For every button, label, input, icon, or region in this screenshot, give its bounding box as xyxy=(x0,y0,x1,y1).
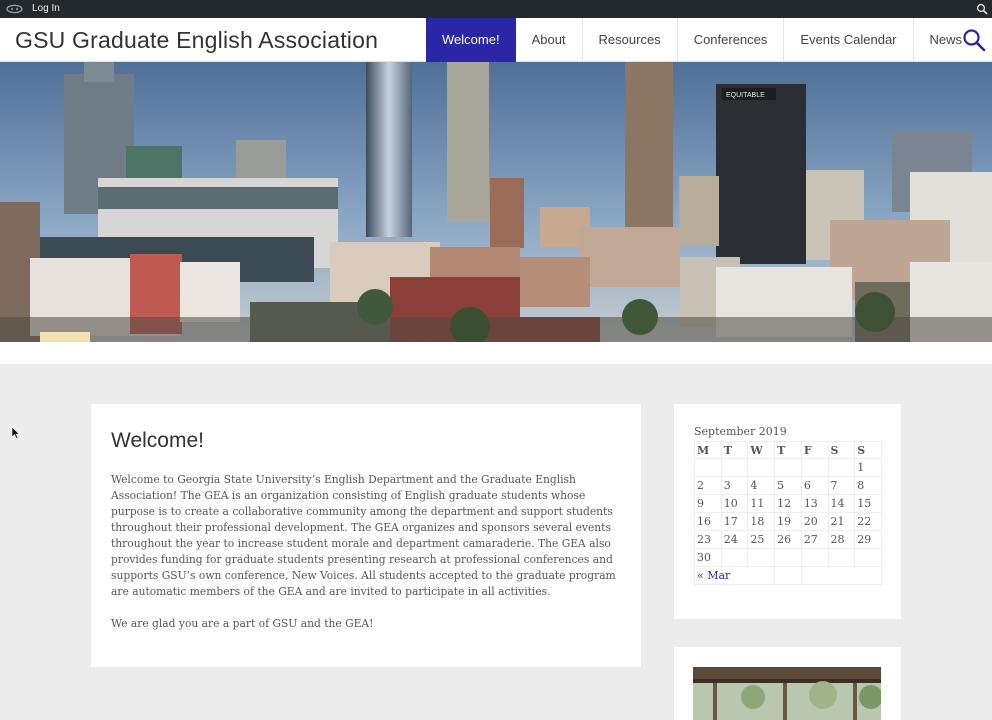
calendar-day[interactable]: 4 xyxy=(747,476,776,495)
calendar-empty-cell xyxy=(827,548,856,567)
nav-item-resources[interactable]: Resources xyxy=(581,18,677,62)
calendar-empty-cell xyxy=(774,458,802,477)
nav-item-welcome[interactable]: Welcome! xyxy=(426,18,516,62)
calendar-day[interactable]: 12 xyxy=(774,494,802,513)
calendar-day[interactable]: 17 xyxy=(720,512,749,531)
page-title: Welcome! xyxy=(111,429,204,452)
calendar-day[interactable]: 8 xyxy=(854,476,882,495)
calendar-week-row: 2345678 xyxy=(694,476,882,495)
calendar-week-row: 30 xyxy=(694,548,882,567)
calendar-day[interactable]: 13 xyxy=(800,494,829,513)
calendar-prev-cell: « Mar xyxy=(693,566,776,585)
image-widget xyxy=(674,647,901,720)
calendar-day[interactable]: 29 xyxy=(854,530,882,549)
calendar-day[interactable]: 22 xyxy=(854,512,882,531)
login-link[interactable]: Log In xyxy=(32,3,60,15)
hero-image: EQUITABLE xyxy=(0,62,992,342)
calendar-pad-cell xyxy=(774,566,802,585)
mouse-cursor-icon xyxy=(12,427,20,439)
calendar-empty-cell xyxy=(720,548,749,567)
weekday-header: T xyxy=(720,441,749,459)
weekday-header: F xyxy=(800,441,829,459)
calendar-day[interactable]: 15 xyxy=(854,494,882,513)
calendar-empty-cell xyxy=(774,548,802,567)
calendar-empty-cell xyxy=(720,458,749,477)
calendar-day[interactable]: 7 xyxy=(827,476,856,495)
weekday-header: S xyxy=(854,441,882,459)
calendar-prev-month-link[interactable]: « Mar xyxy=(697,569,730,582)
calendar-day[interactable]: 14 xyxy=(827,494,856,513)
weekday-header: W xyxy=(747,441,776,459)
calendar-day[interactable]: 28 xyxy=(827,530,856,549)
site-title[interactable]: GSU Graduate English Association xyxy=(15,26,378,54)
site-header: GSU Graduate English Association Welcome… xyxy=(0,18,992,62)
calendar-empty-cell xyxy=(747,458,776,477)
calendar-empty-cell xyxy=(747,548,776,567)
wordpress-logo-icon[interactable] xyxy=(6,4,23,14)
nav-item-conferences[interactable]: Conferences xyxy=(676,18,784,62)
calendar-day[interactable]: 21 xyxy=(827,512,856,531)
search-icon[interactable] xyxy=(962,28,986,52)
calendar-days: 1 2 3 4 5 6 7 8 9 10 11 12 13 14 15 16 17 18 19 20 21 22 23 24 2… xyxy=(694,458,882,567)
calendar-week-row: 9 10 11 12 13 14 15 xyxy=(694,494,882,513)
calendar-empty-cell xyxy=(800,548,829,567)
weekday-header: M xyxy=(694,441,722,459)
widget-photo[interactable] xyxy=(693,667,881,720)
calendar-week-row: 23 24 25 26 27 28 29 xyxy=(694,530,882,549)
calendar-day[interactable]: 5 xyxy=(774,476,802,495)
calendar-nav-row: « Mar xyxy=(693,566,883,585)
calendar-day[interactable]: 3 xyxy=(720,476,749,495)
calendar-next-cell xyxy=(800,566,883,585)
calendar-week-row: 16 17 18 19 20 21 22 xyxy=(694,512,882,531)
article-body: Welcome to Georgia State University’s En… xyxy=(111,472,623,648)
search-icon[interactable] xyxy=(976,3,988,15)
calendar-day[interactable]: 27 xyxy=(800,530,829,549)
calendar-day[interactable]: 10 xyxy=(720,494,749,513)
calendar-day[interactable]: 25 xyxy=(747,530,776,549)
calendar-empty-cell xyxy=(800,458,829,477)
nav-item-events-calendar[interactable]: Events Calendar xyxy=(783,18,912,62)
calendar-day[interactable]: 1 xyxy=(854,458,882,477)
nav-item-about[interactable]: About xyxy=(516,18,582,62)
calendar-empty-cell xyxy=(854,548,882,567)
billboard-text: EQUITABLE xyxy=(726,92,765,99)
calendar-empty-cell xyxy=(694,458,722,477)
calendar-day[interactable]: 2 xyxy=(694,476,722,495)
calendar-day[interactable]: 18 xyxy=(747,512,776,531)
calendar-day[interactable]: 23 xyxy=(694,530,722,549)
calendar-day[interactable]: 30 xyxy=(694,548,722,567)
calendar-week-row: 1 xyxy=(694,458,882,477)
calendar-day[interactable]: 24 xyxy=(720,530,749,549)
calendar-weekday-row: M T W T F S S xyxy=(694,441,882,459)
calendar-day[interactable]: 6 xyxy=(800,476,829,495)
weekday-header: S xyxy=(827,441,856,459)
calendar-day[interactable]: 9 xyxy=(694,494,722,513)
calendar-day[interactable]: 11 xyxy=(747,494,776,513)
welcome-article: Welcome! Welcome to Georgia State Univer… xyxy=(91,404,641,667)
calendar-empty-cell xyxy=(827,458,856,477)
calendar-day[interactable]: 19 xyxy=(774,512,802,531)
calendar-day[interactable]: 26 xyxy=(774,530,802,549)
hero-spacer xyxy=(0,342,992,364)
main-navigation: Welcome! About Resources Conferences Eve… xyxy=(426,18,978,62)
calendar-widget: September 2019 M T W T F S S 1 2 3 4 5 6 7 8 9 10… xyxy=(674,404,901,619)
calendar-caption: September 2019 xyxy=(694,425,787,438)
article-paragraph: Welcome to Georgia State University’s En… xyxy=(111,473,616,598)
admin-bar: Log In xyxy=(0,0,992,18)
article-paragraph: We are glad you are a part of GSU and th… xyxy=(111,617,374,630)
calendar-day[interactable]: 16 xyxy=(694,512,722,531)
calendar-day[interactable]: 20 xyxy=(800,512,829,531)
calendar-table: M T W T F S S 1 2 3 4 5 6 7 8 9 10 11 12 13 14 15 16 17 1… xyxy=(693,441,883,585)
weekday-header: T xyxy=(774,441,802,459)
